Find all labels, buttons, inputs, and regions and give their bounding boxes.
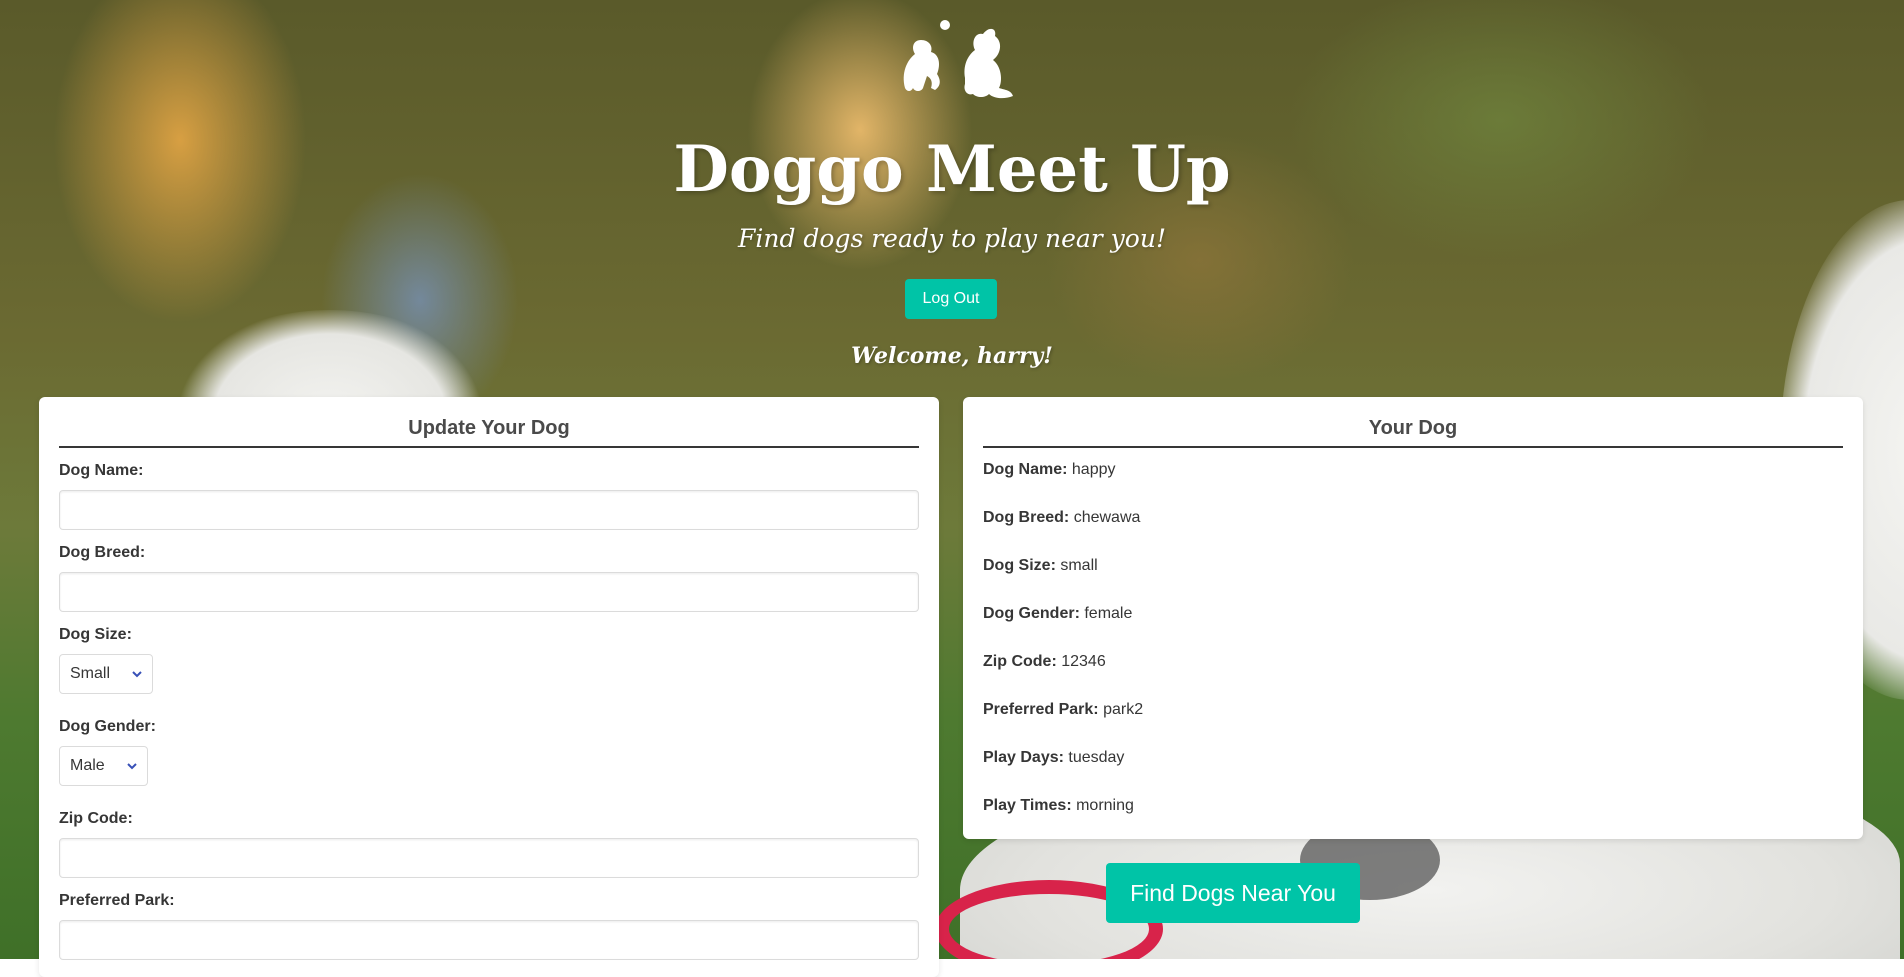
info-label: Dog Name: <box>983 461 1068 478</box>
dog-size-field-group: Dog Size: Small <box>59 626 919 704</box>
info-row-play-days: Play Days: tuesday <box>983 748 1843 796</box>
info-label: Play Times: <box>983 797 1072 814</box>
find-dogs-button[interactable]: Find Dogs Near You <box>1106 863 1360 923</box>
info-value: park2 <box>1103 701 1144 718</box>
info-row-play-times: Play Times: morning <box>983 796 1843 844</box>
chevron-down-icon <box>132 671 142 678</box>
info-row-preferred-park: Preferred Park: park2 <box>983 700 1843 748</box>
dog-gender-field-group: Dog Gender: Male <box>59 718 919 796</box>
info-label: Dog Breed: <box>983 509 1070 526</box>
info-value: morning <box>1076 797 1134 814</box>
dog-size-select[interactable]: Small <box>59 654 154 694</box>
dog-gender-selected-value: Male <box>70 757 105 774</box>
info-row-dog-gender: Dog Gender: female <box>983 604 1843 652</box>
info-value: 12346 <box>1061 653 1106 670</box>
info-row-dog-size: Dog Size: small <box>983 556 1843 604</box>
info-value: tuesday <box>1068 749 1125 766</box>
info-value: female <box>1084 605 1133 622</box>
info-row-dog-name: Dog Name: happy <box>983 460 1843 508</box>
update-dog-card: Update Your Dog Dog Name: Dog Breed: Dog… <box>39 397 939 977</box>
page-subtitle: Find dogs ready to play near you! <box>738 224 1166 253</box>
info-row-dog-breed: Dog Breed: chewawa <box>983 508 1843 556</box>
zip-code-input[interactable] <box>59 838 919 878</box>
dog-breed-label: Dog Breed: <box>59 544 146 561</box>
dog-gender-label: Dog Gender: <box>59 718 156 735</box>
welcome-message: Welcome, harry! <box>851 343 1053 369</box>
update-dog-title: Update Your Dog <box>59 417 919 448</box>
dog-breed-field-group: Dog Breed: <box>59 544 919 612</box>
dog-gender-select[interactable]: Male <box>59 746 148 786</box>
your-dog-title: Your Dog <box>983 417 1843 448</box>
logout-button[interactable]: Log Out <box>905 279 997 319</box>
dog-name-label: Dog Name: <box>59 462 144 479</box>
preferred-park-field-group: Preferred Park: <box>59 892 919 960</box>
info-value: small <box>1060 557 1098 574</box>
dogs-logo-icon <box>903 20 1013 99</box>
info-label: Dog Size: <box>983 557 1056 574</box>
info-label: Play Days: <box>983 749 1064 766</box>
zip-code-field-group: Zip Code: <box>59 810 919 878</box>
info-label: Zip Code: <box>983 653 1057 670</box>
preferred-park-label: Preferred Park: <box>59 892 175 909</box>
info-label: Preferred Park: <box>983 701 1099 718</box>
info-row-zip-code: Zip Code: 12346 <box>983 652 1843 700</box>
chevron-down-icon <box>126 763 137 770</box>
page-title: Doggo Meet Up <box>673 132 1231 207</box>
zip-code-label: Zip Code: <box>59 810 133 827</box>
dog-name-field-group: Dog Name: <box>59 462 919 530</box>
dog-size-label: Dog Size: <box>59 626 132 643</box>
info-value: happy <box>1071 461 1116 478</box>
dog-name-input[interactable] <box>59 490 919 530</box>
your-dog-card: Your Dog Dog Name: happy Dog Breed: chew… <box>963 397 1863 839</box>
info-label: Dog Gender: <box>983 605 1080 622</box>
dog-breed-input[interactable] <box>59 572 919 612</box>
info-value: chewawa <box>1073 509 1141 526</box>
preferred-park-input[interactable] <box>59 920 919 960</box>
dog-size-selected-value: Small <box>70 665 111 682</box>
